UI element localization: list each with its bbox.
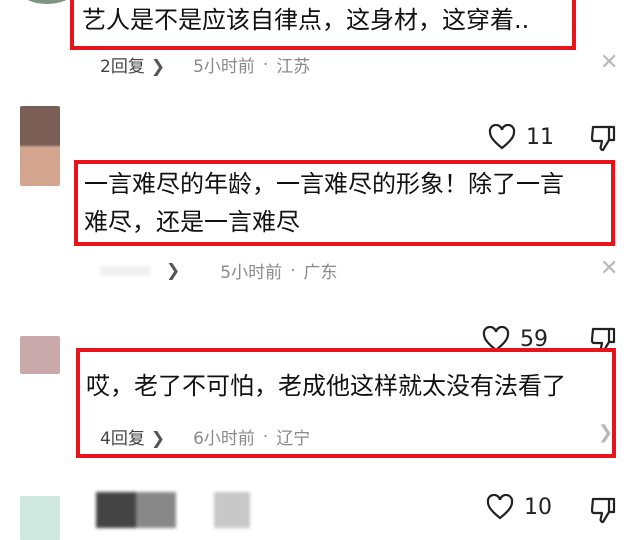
chevron-right-icon: ❯	[150, 429, 166, 449]
avatar[interactable]	[20, 106, 60, 186]
comment-meta: ❯ 5小时前 · 广东	[100, 258, 337, 283]
username	[96, 492, 176, 528]
timestamp: 6小时前	[193, 429, 255, 449]
close-icon[interactable]: ✕	[600, 50, 618, 75]
chevron-right-icon[interactable]: ❯	[598, 422, 613, 443]
close-icon[interactable]: ✕	[600, 256, 618, 281]
reply-button[interactable]: 2回复 ❯	[100, 52, 165, 77]
like-count: 10	[524, 494, 552, 520]
avatar[interactable]	[22, 0, 72, 4]
location: 广东	[303, 263, 338, 283]
comment-meta: 4回复 ❯ 6小时前 · 辽宁	[100, 424, 311, 450]
username	[214, 492, 250, 528]
comment-text: 一言难尽的年龄，一言难尽的形象！除了一言	[84, 170, 564, 198]
avatar[interactable]	[20, 336, 60, 374]
comment-meta: 2回复 ❯ 5小时前 · 江苏	[100, 52, 311, 78]
like-group[interactable]: 10	[486, 494, 552, 520]
like-count: 11	[526, 124, 554, 150]
thumb-down-icon[interactable]	[590, 496, 616, 524]
reply-button[interactable]	[100, 265, 150, 276]
chevron-right-icon: ❯	[166, 260, 181, 281]
reply-button[interactable]: 4回复 ❯	[100, 424, 165, 449]
chevron-right-icon: ❯	[150, 57, 166, 77]
location: 辽宁	[276, 429, 311, 449]
comment-text: 艺人是不是应该自律点，这身材，这穿着..	[82, 6, 530, 34]
comment-text: 哎，老了不可怕，老成他这样就太没有法看了	[86, 372, 566, 400]
comment-text: 难尽，还是一言难尽	[84, 208, 300, 236]
heart-outline-icon[interactable]	[488, 124, 516, 150]
thumb-down-icon[interactable]	[590, 124, 616, 152]
heart-outline-icon[interactable]	[486, 494, 514, 520]
location: 江苏	[276, 57, 311, 77]
like-group[interactable]: 11	[488, 124, 554, 150]
timestamp: 5小时前	[193, 57, 255, 77]
avatar[interactable]	[20, 496, 60, 540]
timestamp: 5小时前	[220, 263, 283, 283]
